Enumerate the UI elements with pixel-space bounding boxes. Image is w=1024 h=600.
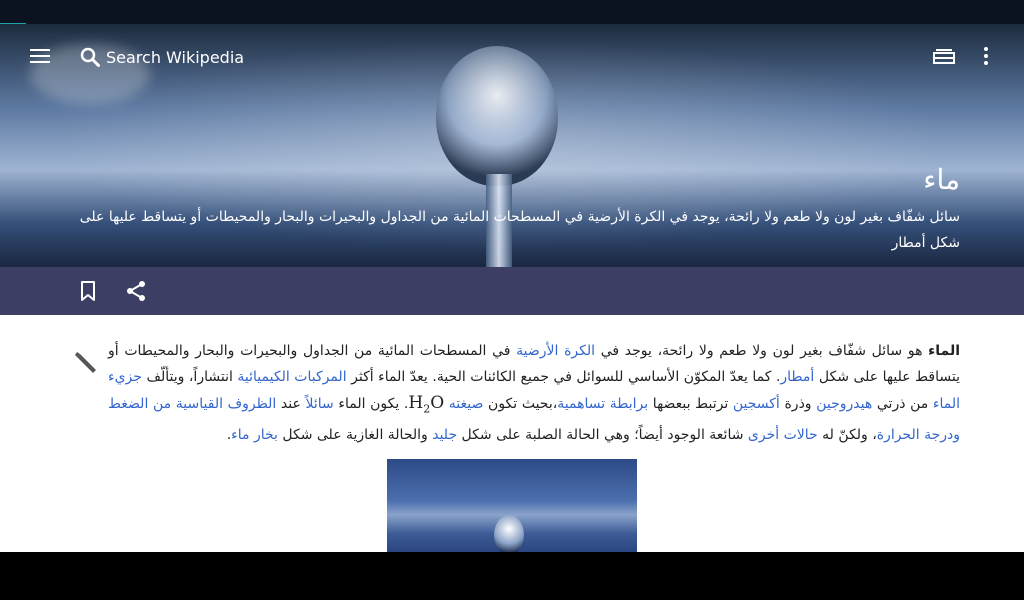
text-fragment: من ذرتي — [872, 396, 933, 412]
link-other-states[interactable]: حالات أخرى — [748, 427, 818, 443]
menu-icon[interactable] — [20, 36, 60, 76]
text-fragment: . كما يعدّ المكوّن الأساسي للسوائل في جم… — [346, 369, 781, 385]
text-fragment: هو سائل شفّاف بغير لون ولا طعم ولا رائحة… — [595, 343, 929, 359]
chemical-formula: H2O — [408, 393, 445, 415]
text-fragment: انتشاراً، ويتألّف — [141, 369, 238, 385]
link-water-vapor[interactable]: بخار ماء — [231, 427, 278, 443]
text-fragment: ، ولكنّ له — [817, 427, 877, 444]
text-fragment: ترتبط ببعضها — [648, 396, 733, 412]
lead-term: الماء — [928, 343, 960, 359]
article-title: ماء — [923, 163, 960, 196]
link-earth[interactable]: الكرة الأرضية — [516, 343, 595, 359]
link-oxygen[interactable]: أكسجين — [733, 396, 780, 412]
link-liquid[interactable]: سائلاً — [305, 396, 333, 412]
article-thumbnail-image[interactable] — [387, 459, 637, 552]
text-fragment: شائعة الوجود أيضاً؛ وهي الحالة الصلبة عل… — [457, 427, 748, 444]
lead-paragraph: الماء هو سائل شفّاف بغير لون ولا طعم ولا… — [108, 338, 960, 448]
search-input[interactable]: Search Wikipedia — [80, 44, 310, 70]
system-navigation-bar — [0, 552, 1024, 600]
link-covalent-bond[interactable]: برابطة تساهمية — [557, 396, 648, 412]
link-chemical-compounds[interactable]: المركبات الكيميائية — [237, 369, 346, 385]
status-bar — [0, 0, 1024, 26]
search-placeholder: Search Wikipedia — [106, 47, 245, 67]
link-ice[interactable]: جليد — [432, 427, 457, 443]
article-action-bar — [0, 267, 1024, 315]
bookmark-icon[interactable] — [68, 271, 108, 311]
text-fragment: وذرة — [779, 396, 817, 412]
formula-o: O — [430, 393, 445, 413]
link-rain[interactable]: أمطار — [780, 369, 814, 385]
search-icon — [80, 47, 100, 67]
article-description: سائل شفّاف بغير لون ولا طعم ولا رائحة، ي… — [79, 209, 960, 251]
reading-list-icon[interactable] — [924, 36, 964, 76]
overflow-menu-icon[interactable] — [966, 36, 1006, 76]
text-fragment: عند — [276, 396, 306, 412]
share-icon[interactable] — [116, 271, 156, 311]
link-formula[interactable]: صيغته — [449, 396, 484, 412]
text-fragment: ،بحيث تكون — [483, 396, 558, 412]
text-fragment: والحالة الغازية على شكل — [277, 427, 433, 444]
thumbnail-water-drop — [494, 515, 524, 552]
text-fragment: . يكون الماء — [333, 396, 409, 412]
formula-h: H — [408, 393, 424, 413]
link-hydrogen[interactable]: هيدروجين — [816, 396, 872, 412]
pencil-icon[interactable] — [74, 349, 100, 379]
